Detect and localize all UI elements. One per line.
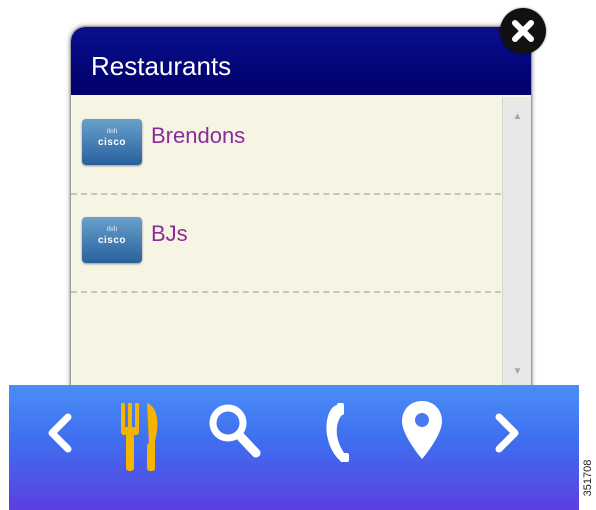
scroll-down-icon[interactable]: ▼ xyxy=(503,362,531,382)
restaurants-popup: Restaurants ılıılı cisco Brendons ılıılı… xyxy=(71,27,531,392)
list-item[interactable]: ılıılı cisco BJs xyxy=(71,195,501,293)
phone-icon[interactable] xyxy=(315,385,355,485)
restaurant-icon[interactable] xyxy=(115,385,165,485)
cisco-logo-bars: ılıılı xyxy=(106,128,118,135)
popup-header: Restaurants xyxy=(71,27,531,95)
figure-id-text: 351708 xyxy=(582,459,594,497)
restaurant-name[interactable]: Brendons xyxy=(151,123,245,149)
close-button[interactable] xyxy=(500,8,546,54)
cisco-logo-icon: ılıılı cisco xyxy=(82,119,142,165)
restaurant-name[interactable]: BJs xyxy=(151,221,188,247)
list-item[interactable]: ılıılı cisco Brendons xyxy=(71,97,501,195)
chevron-left-icon[interactable] xyxy=(42,385,78,485)
close-icon xyxy=(502,10,544,52)
cisco-logo-text: cisco xyxy=(97,137,127,148)
chevron-right-icon[interactable] xyxy=(489,385,525,485)
figure-id: 351708 xyxy=(580,446,596,510)
cisco-logo-icon: ılıılı cisco xyxy=(82,217,142,263)
location-pin-icon[interactable] xyxy=(398,385,446,485)
cisco-logo-bars: ılıılı xyxy=(106,226,118,233)
bottom-toolbar xyxy=(9,385,579,510)
cisco-logo-text: cisco xyxy=(97,235,127,246)
scrollbar[interactable]: ▲ ▼ xyxy=(502,97,531,392)
popup-title: Restaurants xyxy=(91,51,232,81)
search-icon[interactable] xyxy=(204,385,266,485)
scroll-up-icon[interactable]: ▲ xyxy=(503,107,531,127)
restaurant-list: ılıılı cisco Brendons ılıılı cisco BJs xyxy=(71,97,501,392)
